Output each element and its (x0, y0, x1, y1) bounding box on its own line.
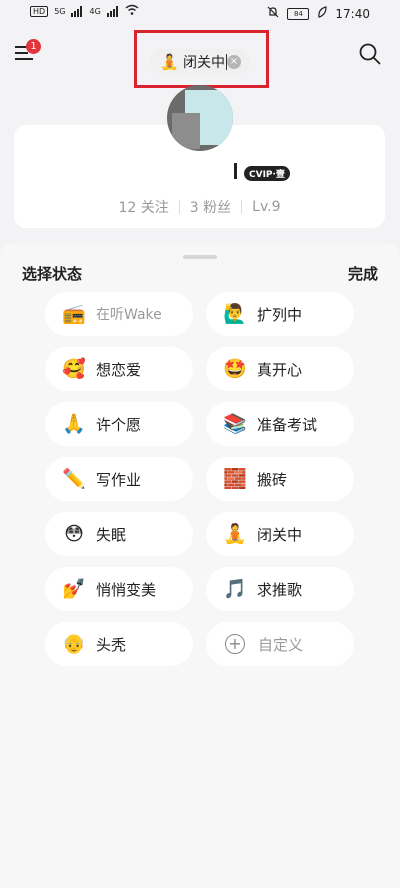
status-option-insomnia[interactable]: 😳 失眠 (45, 512, 193, 556)
vip-badge: CVIP·壹 (244, 166, 290, 181)
sheet-drag-handle[interactable] (183, 255, 217, 259)
status-option-bald[interactable]: 👴 头秃 (45, 622, 193, 666)
status-option-label: 准备考试 (257, 415, 318, 434)
status-option-label: 搬砖 (257, 470, 288, 489)
status-option-label: 写作业 (96, 470, 142, 489)
status-option-beautify[interactable]: 💅 悄悄变美 (45, 567, 193, 611)
status-option-label: 头秃 (96, 635, 127, 654)
stat-followers[interactable]: 3 粉丝 (190, 197, 231, 217)
status-option-making-friends[interactable]: 🙋‍♂️ 扩列中 (206, 292, 354, 336)
signal-icon (71, 5, 83, 17)
pencil-icon: ✏️ (62, 468, 86, 490)
status-right: 84 17:40 (267, 6, 370, 21)
status-option-label: 求推歌 (257, 580, 303, 599)
stat-divider (178, 200, 180, 214)
stat-level: Lv.9 (252, 199, 281, 215)
status-option-label: 扩列中 (257, 305, 303, 324)
status-picker-sheet: 选择状态 完成 📻 在听Wake 🙋‍♂️ 扩列中 🥰 想恋爱 🤩 真开心 🙏 许个愿 📚… (0, 243, 400, 888)
status-option-want-love[interactable]: 🥰 想恋爱 (45, 347, 193, 391)
status-option-happy[interactable]: 🤩 真开心 (206, 347, 354, 391)
leaf-icon (317, 6, 328, 21)
books-icon: 📚 (223, 413, 247, 435)
network-label-2: 4G (89, 6, 101, 16)
stat-divider (241, 200, 243, 214)
star-eyes-icon: 🤩 (223, 358, 247, 380)
nail-polish-icon: 💅 (62, 578, 86, 600)
raising-hand-icon: 🙋‍♂️ (223, 303, 247, 325)
status-option-working[interactable]: 🧱 搬砖 (206, 457, 354, 501)
old-man-icon: 👴 (62, 633, 86, 655)
brick-icon: 🧱 (223, 468, 247, 490)
stat-following[interactable]: 12 关注 (118, 197, 168, 217)
search-icon[interactable] (358, 42, 382, 66)
status-option-secluded[interactable]: 🧘 闭关中 (206, 512, 354, 556)
status-option-label: 在听Wake (96, 307, 162, 323)
flushed-face-icon: 😳 (64, 523, 84, 545)
status-option-label: 失眠 (96, 525, 127, 544)
sheet-title: 选择状态 (22, 265, 83, 283)
status-option-exam-prep[interactable]: 📚 准备考试 (206, 402, 354, 446)
status-option-label: 闭关中 (257, 525, 303, 544)
meditation-icon: 🧘 (223, 523, 247, 545)
status-bar: HD 5G 4G 84 17:40 (0, 0, 400, 30)
avatar[interactable] (167, 85, 233, 151)
status-option-label: 想恋爱 (96, 360, 142, 379)
clock-time: 17:40 (335, 6, 370, 21)
mute-bell-icon (267, 6, 279, 21)
smiling-hearts-icon: 🥰 (62, 358, 86, 380)
notification-badge: 1 (26, 39, 41, 54)
status-option-label: 真开心 (257, 360, 303, 379)
status-option-song-request[interactable]: 🎵 求推歌 (206, 567, 354, 611)
status-option-label: 自定义 (258, 635, 304, 654)
highlight-box (134, 30, 269, 88)
status-option-make-wish[interactable]: 🙏 许个愿 (45, 402, 193, 446)
username-blurred (228, 163, 237, 179)
status-left: HD 5G 4G (30, 4, 139, 18)
praying-hands-icon: 🙏 (62, 413, 86, 435)
wifi-icon (125, 4, 139, 18)
add-icon: + (225, 634, 245, 654)
status-option-custom[interactable]: + 自定义 (206, 622, 354, 666)
status-option-label: 悄悄变美 (96, 580, 157, 599)
done-button[interactable]: 完成 (348, 263, 378, 284)
status-option-homework[interactable]: ✏️ 写作业 (45, 457, 193, 501)
network-label: 5G (54, 6, 66, 16)
signal-icon-2 (106, 5, 119, 17)
status-option-label: 许个愿 (96, 415, 142, 434)
battery-icon: 84 (287, 7, 310, 20)
status-option-listening[interactable]: 📻 在听Wake (45, 292, 193, 336)
hd-badge: HD (30, 5, 49, 17)
profile-stats: 12 关注 3 粉丝 Lv.9 (14, 197, 385, 217)
music-note-icon: 🎵 (223, 578, 247, 600)
album-icon: 📻 (62, 303, 86, 325)
